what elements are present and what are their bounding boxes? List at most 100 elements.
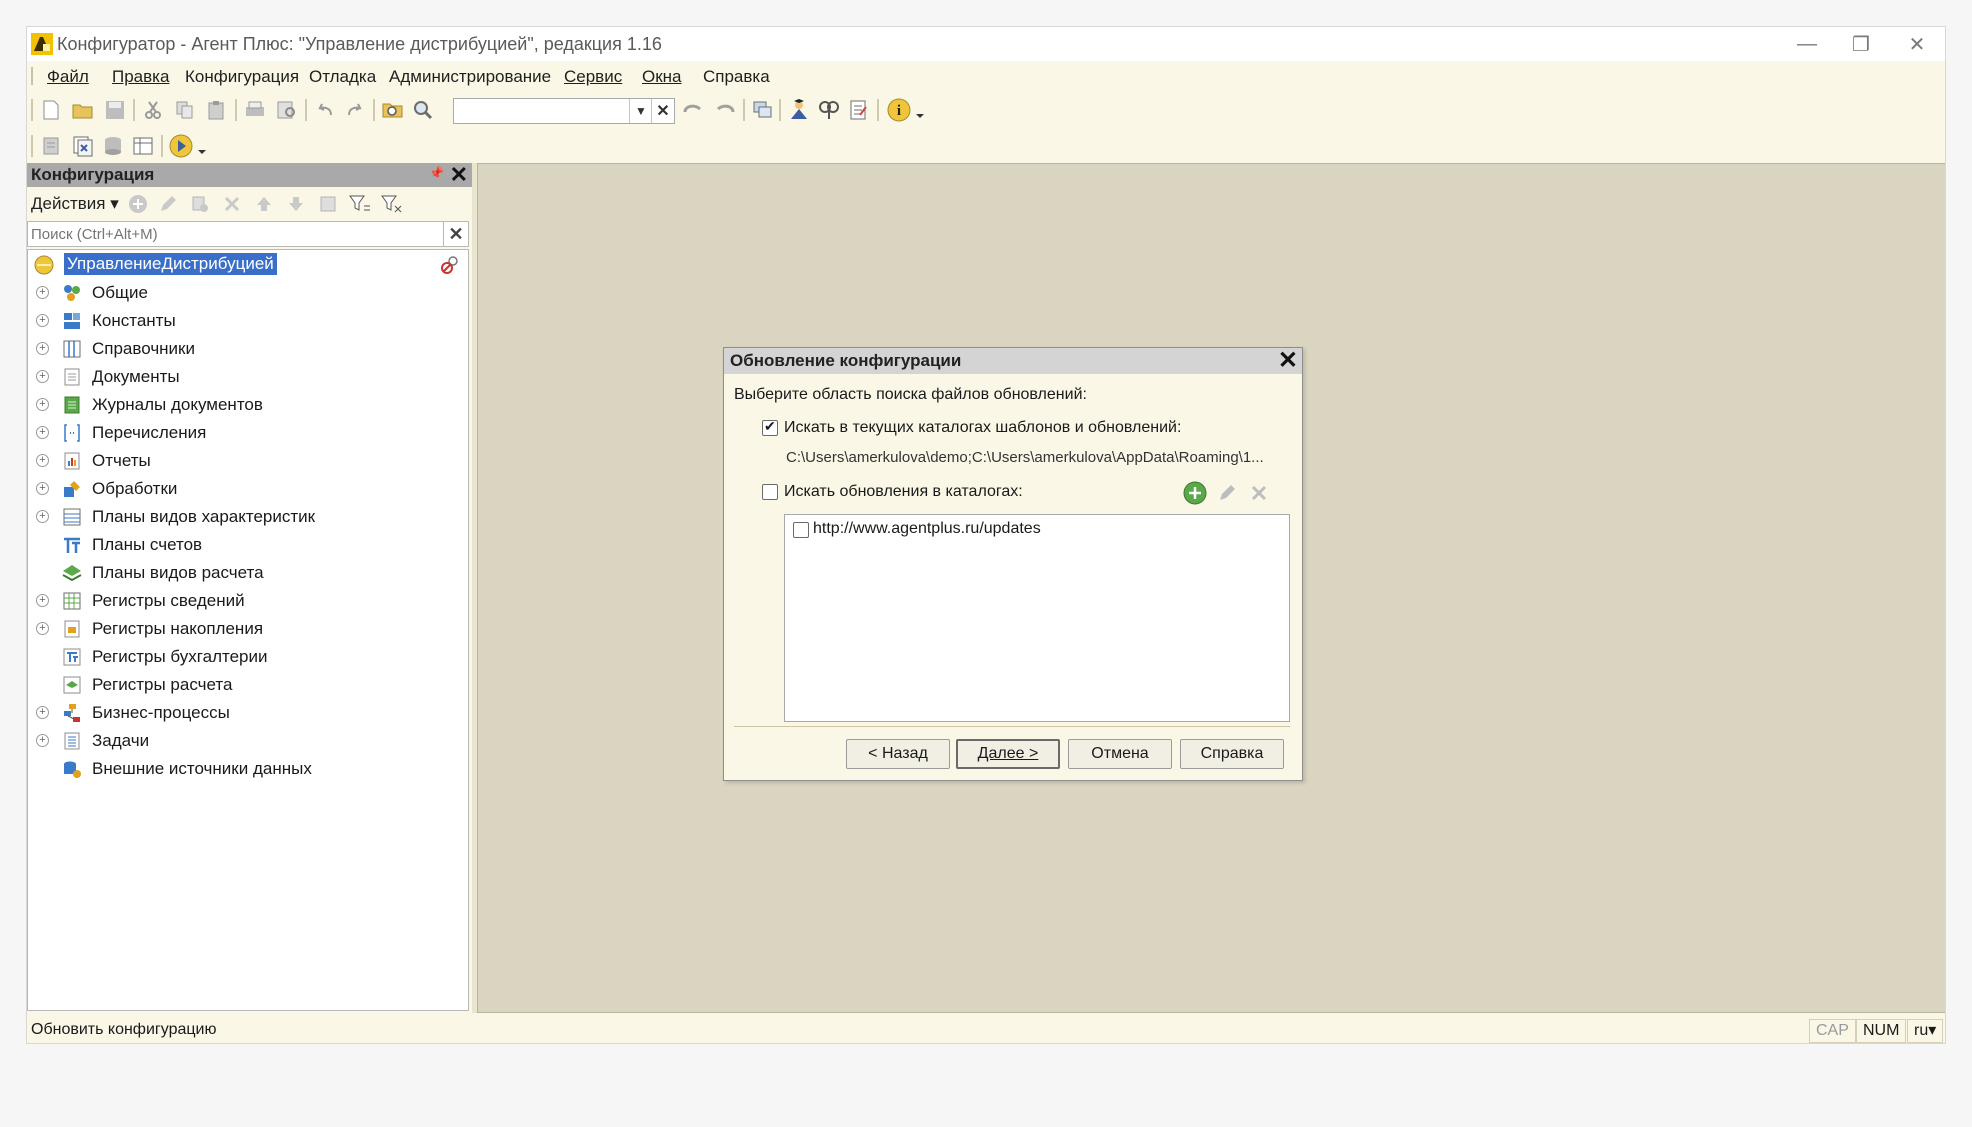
restore-button[interactable]: ❐	[1833, 29, 1889, 59]
delete-catalog-icon[interactable]	[1247, 481, 1271, 505]
combo-clear-icon[interactable]: ✕	[651, 99, 674, 123]
toolbar-overflow-icon[interactable]	[913, 98, 927, 122]
catalog-list-item[interactable]: http://www.agentplus.ru/updates	[791, 519, 1281, 541]
tree-item[interactable]: + Обработки	[28, 476, 468, 502]
add-icon[interactable]	[127, 193, 149, 215]
expand-icon[interactable]: +	[36, 286, 49, 299]
search-clear-icon[interactable]: ✕	[443, 222, 468, 246]
cancel-button[interactable]: Отмена	[1068, 739, 1172, 769]
help-button[interactable]: Справка	[1180, 739, 1284, 769]
actions-menu[interactable]: Действия ▾	[31, 194, 119, 214]
tree-search-field[interactable]: ✕	[27, 221, 469, 247]
expand-icon[interactable]: +	[36, 426, 49, 439]
tree-item[interactable]: Внешние источники данных	[28, 756, 468, 782]
expand-icon[interactable]: +	[36, 706, 49, 719]
tree-item[interactable]: + Отчеты	[28, 448, 468, 474]
expand-icon[interactable]: +	[36, 594, 49, 607]
expand-icon[interactable]: +	[36, 314, 49, 327]
tree-item[interactable]: + Планы видов характеристик	[28, 504, 468, 530]
expand-icon[interactable]: +	[36, 482, 49, 495]
expand-icon[interactable]: +	[36, 454, 49, 467]
print-preview-icon[interactable]	[275, 98, 299, 122]
menu-edit[interactable]: Правка	[112, 67, 169, 87]
find-next-icon[interactable]	[681, 98, 705, 122]
edit-catalog-icon[interactable]	[1215, 481, 1239, 505]
notes-icon[interactable]	[847, 98, 871, 122]
tree-item[interactable]: + Журналы документов	[28, 392, 468, 418]
close-window-button[interactable]: ✕	[1889, 29, 1945, 59]
menu-administration[interactable]: Администрирование	[389, 67, 551, 87]
expand-icon[interactable]: +	[36, 342, 49, 355]
menu-debug[interactable]: Отладка	[309, 67, 376, 87]
panel-close-icon[interactable]: ✕	[450, 164, 468, 186]
menu-file[interactable]: Файл	[47, 67, 89, 87]
move-down-icon[interactable]	[285, 193, 307, 215]
menu-service[interactable]: Сервис	[564, 67, 622, 87]
run-dropdown-icon[interactable]	[195, 134, 209, 158]
edit-icon[interactable]	[157, 193, 179, 215]
tree-item[interactable]: + Задачи	[28, 728, 468, 754]
tree-item[interactable]: Планы видов расчета	[28, 560, 468, 586]
tree-item[interactable]: + Перечисления	[28, 420, 468, 446]
sort-icon[interactable]	[317, 193, 339, 215]
tree-item[interactable]: + Регистры накопления	[28, 616, 468, 642]
move-up-icon[interactable]	[253, 193, 275, 215]
next-button[interactable]: Далее >	[956, 739, 1060, 769]
syntax-assistant-icon[interactable]	[787, 98, 811, 122]
clear-filter-icon[interactable]	[381, 193, 403, 215]
tree-search-input[interactable]	[31, 224, 431, 244]
tree-item[interactable]: + Бизнес-процессы	[28, 700, 468, 726]
pin-icon[interactable]: 📌	[429, 166, 444, 180]
back-button[interactable]: < Назад	[846, 739, 950, 769]
tree-item[interactable]: + Справочники	[28, 336, 468, 362]
database-icon[interactable]	[101, 134, 125, 158]
info-icon[interactable]: i	[887, 98, 911, 122]
object-search-icon[interactable]	[817, 98, 841, 122]
tree-root-item[interactable]: УправлениеДистрибуцией	[28, 252, 468, 278]
open-configuration-icon[interactable]	[39, 134, 63, 158]
copy-icon[interactable]	[173, 98, 197, 122]
expand-icon[interactable]: +	[36, 510, 49, 523]
print-icon[interactable]	[243, 98, 267, 122]
language-selector[interactable]: ru▾	[1907, 1019, 1944, 1043]
search-icon[interactable]	[411, 98, 435, 122]
expand-icon[interactable]: +	[36, 734, 49, 747]
tree-item[interactable]: + Документы	[28, 364, 468, 390]
cut-icon[interactable]	[141, 98, 165, 122]
table-icon[interactable]	[131, 134, 155, 158]
catalog-item-checkbox[interactable]	[793, 522, 809, 538]
tree-item[interactable]: Планы счетов	[28, 532, 468, 558]
tree-item[interactable]: + Общие	[28, 280, 468, 306]
tree-item[interactable]: + Константы	[28, 308, 468, 334]
copy-item-icon[interactable]	[189, 193, 211, 215]
search-catalogs-checkbox[interactable]	[762, 484, 778, 500]
delete-icon[interactable]	[221, 193, 243, 215]
dialog-close-icon[interactable]: ✕	[1278, 348, 1298, 374]
save-icon[interactable]	[103, 98, 127, 122]
combo-dropdown-icon[interactable]: ▼	[629, 99, 652, 123]
filter-icon[interactable]	[349, 193, 371, 215]
minimize-button[interactable]: —	[1779, 29, 1835, 59]
menu-windows[interactable]: Окна	[642, 67, 682, 87]
new-file-icon[interactable]	[39, 98, 63, 122]
menu-configuration[interactable]: Конфигурация	[185, 67, 299, 87]
open-folder-icon[interactable]	[71, 98, 95, 122]
search-current-checkbox[interactable]	[762, 418, 778, 436]
tree-item[interactable]: Регистры расчета	[28, 672, 468, 698]
redo-icon[interactable]	[343, 98, 367, 122]
find-previous-icon[interactable]	[713, 98, 737, 122]
tree-item[interactable]: + Регистры сведений	[28, 588, 468, 614]
tree-item[interactable]: Регистры бухгалтерии	[28, 644, 468, 670]
undo-icon[interactable]	[313, 98, 337, 122]
find-in-files-icon[interactable]	[381, 98, 405, 122]
paste-icon[interactable]	[205, 98, 229, 122]
run-debug-icon[interactable]	[169, 134, 193, 158]
support-lock-icon[interactable]	[440, 255, 460, 275]
add-catalog-icon[interactable]	[1183, 481, 1207, 505]
search-combo[interactable]: ▼ ✕	[453, 98, 675, 124]
expand-icon[interactable]: +	[36, 398, 49, 411]
expand-icon[interactable]: +	[36, 622, 49, 635]
windows-icon[interactable]	[751, 98, 775, 122]
expand-icon[interactable]: +	[36, 370, 49, 383]
compare-merge-icon[interactable]	[71, 134, 95, 158]
